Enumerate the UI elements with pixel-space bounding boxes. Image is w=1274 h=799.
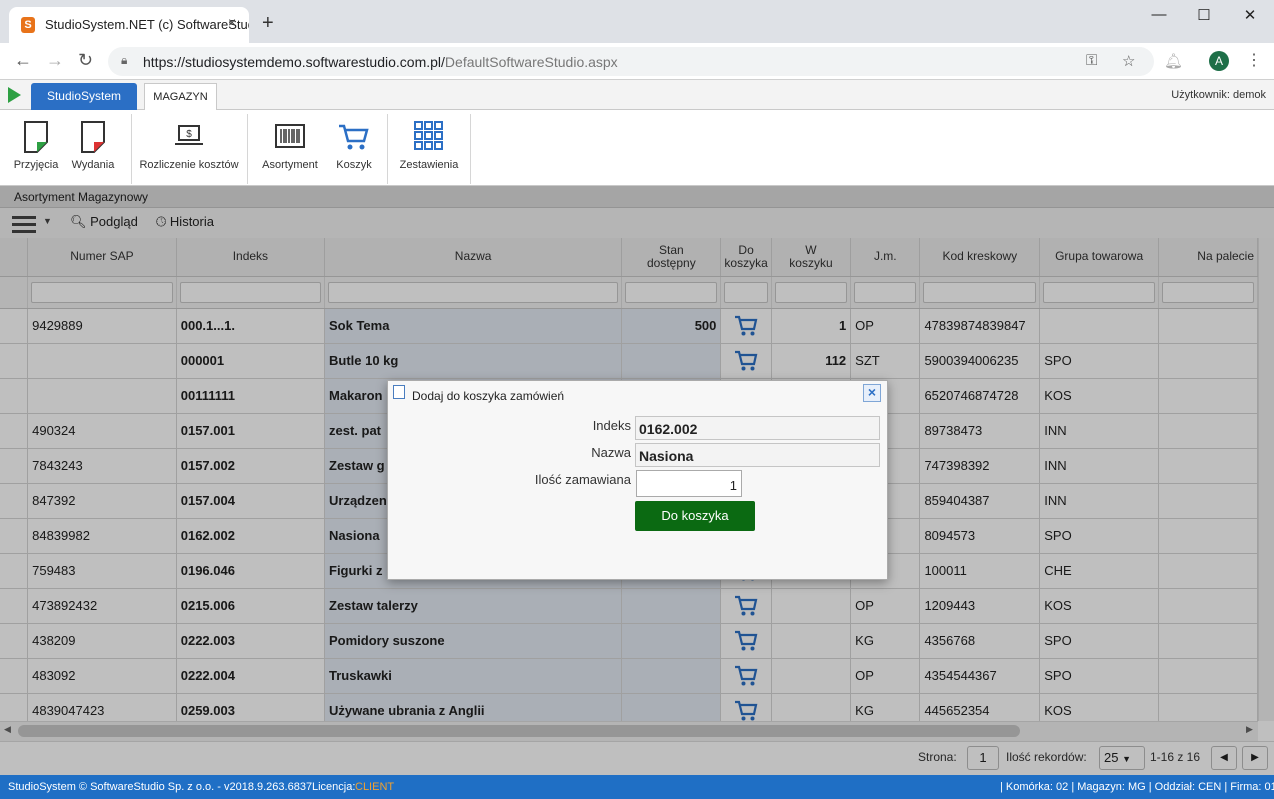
window-close-icon[interactable]: ✕ (1235, 6, 1265, 26)
ribbon-label: Przyjęcia (13, 159, 59, 171)
play-icon[interactable] (8, 87, 21, 103)
bell-icon[interactable]: 🔔︎ (1164, 52, 1183, 70)
document-red-icon (81, 121, 105, 153)
license-value: CLIENT (355, 781, 395, 793)
key-icon[interactable]: ⚿ (1086, 52, 1097, 69)
star-icon[interactable]: ☆ (1122, 52, 1135, 70)
quantity-label: Ilość zamawiana (534, 472, 631, 487)
browser-menu-icon[interactable]: ⋮ (1246, 50, 1262, 70)
ribbon-separator (387, 114, 388, 184)
dialog-close-button[interactable]: × (863, 384, 881, 402)
indeks-label: Indeks (592, 418, 631, 433)
profile-avatar[interactable]: A (1209, 51, 1229, 71)
ribbon-koszyk-button[interactable]: Koszyk (328, 112, 380, 184)
url-path: DefaultSoftwareStudio.aspx (444, 54, 618, 70)
ribbon-label: Zestawienia (399, 159, 459, 171)
browser-tab-title: StudioSystem.NET (c) SoftwareStudio (45, 17, 249, 32)
ribbon-label: Koszyk (336, 159, 372, 171)
reload-icon[interactable]: ↻ (78, 50, 93, 71)
document-icon (393, 385, 405, 399)
user-label: Użytkownik: demok (1171, 89, 1266, 101)
ribbon-asortyment-button[interactable]: Asortyment (258, 112, 322, 184)
browser-tab[interactable]: StudioSystem.NET (c) SoftwareStudio (9, 7, 249, 43)
lock-icon[interactable]: 🔒︎ (121, 53, 127, 68)
ribbon-separator (131, 114, 132, 184)
ribbon-separator (470, 114, 471, 184)
ribbon-wydania-button[interactable]: Wydania (66, 112, 120, 184)
minimize-icon[interactable]: — (1144, 6, 1174, 26)
nazwa-label: Nazwa (591, 445, 631, 460)
laptop-dollar-icon: $ (175, 125, 203, 145)
svg-text:$: $ (186, 129, 192, 140)
license-label: Licencja: (312, 781, 356, 793)
back-icon[interactable]: ← (14, 50, 32, 71)
tab-studiosystem[interactable]: StudioSystem (31, 83, 137, 110)
ribbon-rozliczenie-button[interactable]: $ Rozliczenie kosztów (139, 112, 239, 184)
url-host: https://studiosystemdemo.softwarestudio.… (143, 54, 445, 70)
maximize-icon[interactable]: ☐ (1189, 6, 1219, 26)
ribbon-label: Rozliczenie kosztów (139, 159, 239, 171)
document-green-icon (24, 121, 48, 153)
quantity-input[interactable]: 1 (636, 470, 742, 497)
barcode-icon (275, 124, 305, 148)
copyright-text: StudioSystem © SoftwareStudio Sp. z o.o.… (8, 781, 313, 793)
status-footer: StudioSystem © SoftwareStudio Sp. z o.o.… (0, 775, 1274, 799)
nazwa-field: Nasiona (635, 443, 880, 467)
ribbon-zestawienia-button[interactable]: Zestawienia (395, 112, 463, 184)
ribbon-przyjecia-button[interactable]: Przyjęcia (8, 112, 64, 184)
tab-magazyn[interactable]: MAGAZYN (144, 83, 217, 111)
indeks-field: 0162.002 (635, 416, 880, 440)
forward-icon[interactable]: → (46, 50, 64, 71)
tab-close-icon[interactable]: × (228, 14, 236, 30)
url-text[interactable]: https://studiosystemdemo.softwarestudio.… (143, 54, 618, 70)
cart-icon (339, 124, 369, 150)
ribbon-separator (247, 114, 248, 184)
ribbon-label: Wydania (71, 159, 115, 171)
studiosystem-favicon-icon: S (21, 17, 35, 33)
ribbon-label: Asortyment (262, 159, 318, 171)
status-right: | Komórka: 02 | Magazyn: MG | Oddział: C… (1000, 781, 1274, 793)
grid-icon (414, 121, 443, 150)
add-to-cart-button[interactable]: Do koszyka (635, 501, 755, 531)
new-tab-icon[interactable]: + (262, 12, 274, 35)
dialog-title: Dodaj do koszyka zamówień (412, 389, 565, 403)
